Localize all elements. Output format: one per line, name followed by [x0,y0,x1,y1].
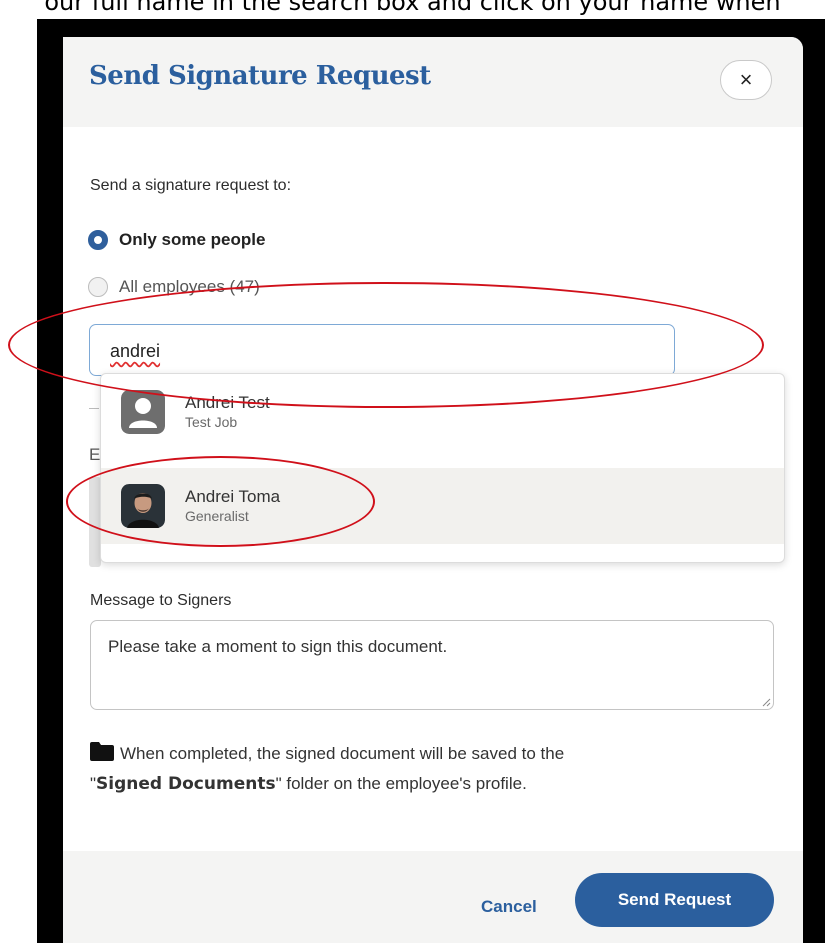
user-photo-avatar [121,484,165,528]
result-job: Generalist [185,508,249,524]
message-label: Message to Signers [90,592,232,609]
radio-label: Only some people [119,230,266,249]
modal-footer: Cancel Send Request [63,851,803,943]
result-name: Andrei Toma [185,487,281,506]
radio-all-employees[interactable]: All employees (47) [88,277,260,297]
search-results-dropdown: Andrei Test Test Job Andrei Toma General… [100,373,785,563]
instruction-text: our full name in the search box and clic… [44,0,781,16]
close-icon: × [739,67,753,92]
user-placeholder-icon [121,390,165,434]
modal-header: Send Signature Request × [63,37,803,127]
recipient-prompt: Send a signature request to: [90,177,292,194]
employee-search-input[interactable]: andrei [89,324,675,376]
note-text-after: folder on the employee's profile. [281,774,527,793]
note-text-before: When completed, the signed document will… [120,744,565,763]
result-item-andrei-toma[interactable]: Andrei Toma Generalist [101,468,784,544]
message-textarea[interactable]: Please take a moment to sign this docume… [90,620,774,710]
save-location-note: When completed, the signed document will… [90,739,770,799]
result-item-andrei-test[interactable]: Andrei Test Test Job [101,374,784,450]
divider [89,408,99,409]
result-job: Test Job [185,414,238,430]
result-name: Andrei Test [185,393,270,412]
note-folder-name: Signed Documents [96,774,276,794]
radio-label: All employees (47) [119,277,260,296]
cancel-button[interactable]: Cancel [481,897,537,917]
radio-only-some-people[interactable]: Only some people [88,230,265,250]
resize-grip-icon[interactable] [761,697,771,707]
close-button[interactable]: × [720,60,772,100]
radio-checked-icon[interactable] [88,230,108,250]
obscured-label: E [89,445,101,464]
message-value: Please take a moment to sign this docume… [108,637,448,656]
modal-title: Send Signature Request [89,61,431,91]
signature-request-modal: Send Signature Request × Send a signatur… [63,37,803,943]
radio-unchecked-icon[interactable] [88,277,108,297]
send-request-button[interactable]: Send Request [575,873,774,927]
folder-icon [90,742,114,761]
search-value: andrei [110,341,161,361]
